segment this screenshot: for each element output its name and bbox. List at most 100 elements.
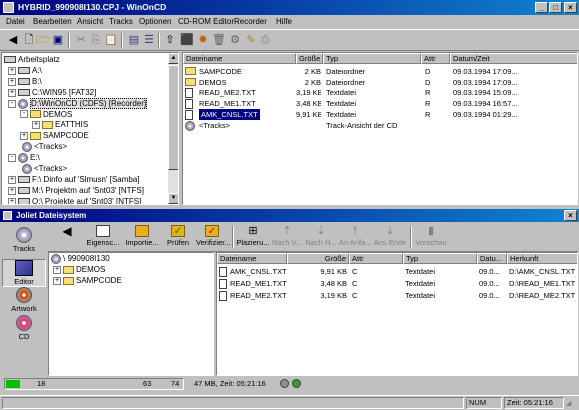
expand-icon[interactable]: + [8, 175, 16, 184]
save-icon[interactable]: ▣ [51, 33, 65, 47]
expand-icon[interactable]: + [8, 77, 16, 86]
cd-drive-icon [18, 153, 28, 164]
tree-item[interactable]: + C:\WIN95 [FAT32] [8, 88, 96, 98]
pcol-datum[interactable]: Datu... [477, 253, 507, 264]
tree-item-label: M:\ Projektm auf 'Snt03' [NTFS] [32, 185, 144, 195]
expand-icon[interactable]: + [20, 132, 28, 141]
file-type: Dateiordner [326, 77, 366, 87]
project-file-row[interactable]: AMK_CNSL.TXT 9,91 KB C Textdatei 09.0... D:\A… [217, 266, 577, 277]
file-row[interactable]: SAMPCODE 2 KB Dateiordner D 09.03.1994 17:09… [183, 66, 577, 77]
menu-hilfe[interactable]: Hilfe [276, 17, 292, 26]
menu-tracks[interactable]: Tracks [109, 17, 133, 26]
back-icon[interactable]: ◀ [6, 33, 20, 47]
menu-ansicht[interactable]: Ansicht [77, 17, 103, 26]
expand-icon[interactable]: + [8, 66, 16, 75]
scroll-down-icon[interactable]: ▼ [168, 193, 178, 204]
col-attr[interactable]: Attr [421, 53, 450, 64]
file-row[interactable]: AMK_CNSL.TXT 9,91 KB Textdatei R 09.03.1994 … [183, 107, 577, 121]
side-cd[interactable]: CD [2, 315, 46, 341]
menu-datei[interactable]: Datei [6, 17, 25, 26]
expand-icon[interactable]: + [8, 88, 16, 97]
menu-cdrom-editor[interactable]: CD-ROM Editor [178, 17, 234, 26]
tb-vorschau[interactable]: ▮ Vorschau [414, 223, 448, 251]
tree-item[interactable]: - E:\ [8, 153, 40, 164]
tree-item[interactable]: <Tracks> [22, 164, 67, 174]
tree-item[interactable]: Arbeitsplatz [4, 55, 60, 65]
copy-icon[interactable]: ⎘ [89, 33, 103, 47]
project-close-button[interactable]: × [564, 210, 577, 221]
side-tracks[interactable]: Tracks [2, 227, 46, 253]
tree-item[interactable]: + M:\ Projektm auf 'Snt03' [NTFS] [8, 186, 144, 196]
artwork-icon [16, 287, 32, 303]
properties-icon[interactable]: ⚙ [228, 33, 242, 47]
pcol-dateiname[interactable]: Dateiname [217, 253, 287, 264]
menu-recorder[interactable]: Recorder [234, 17, 267, 26]
maximize-button[interactable]: □ [549, 2, 562, 13]
tree-item[interactable]: + Q:\ Projekte auf 'Snt03' [NTFS] [8, 197, 141, 204]
tb-ans-ende[interactable]: ⤓ Ans Ende [373, 223, 407, 251]
menu-optionen[interactable]: Optionen [139, 17, 171, 26]
burn-icon[interactable]: ✸ [196, 33, 210, 47]
tb-nach-hinten[interactable]: ⇣ Nach H... [305, 223, 337, 251]
collapse-icon[interactable]: - [8, 154, 16, 163]
file-row[interactable]: <Tracks> Track-Ansicht der CD [183, 120, 577, 131]
expand-icon[interactable]: + [32, 121, 40, 130]
tree-item[interactable]: + SAMPCODE [20, 131, 89, 141]
side-artwork[interactable]: Artwork [2, 287, 46, 313]
view-large-icon[interactable]: ▤ [127, 33, 141, 47]
wizard-icon[interactable]: ✎ [244, 33, 258, 47]
scroll-up-icon[interactable]: ▲ [168, 53, 178, 64]
pcol-attr[interactable]: Attr [349, 253, 403, 264]
project-file-row[interactable]: READ_ME2.TXT 3,19 KB C Textdatei 09.0... D:\R… [217, 290, 577, 301]
tree-item[interactable]: + F:\ Dinfo auf 'Slmusn' [Samba] [8, 175, 140, 185]
col-groesse[interactable]: Größe [296, 53, 323, 64]
pcol-groesse[interactable]: Größe [287, 253, 349, 264]
collapse-icon[interactable]: - [8, 99, 16, 108]
tb-pruefen[interactable]: ✓ Prüfen [164, 223, 192, 251]
tree-item[interactable]: + EATTHIS [32, 120, 88, 130]
new-file-icon[interactable]: 🗋 [22, 33, 36, 47]
print-icon[interactable]: ⎙ [258, 33, 272, 47]
tb-eigenschaften[interactable]: Eigensc... [86, 223, 120, 251]
tree-item[interactable]: <Tracks> [22, 142, 67, 153]
file-row[interactable]: DEMOS 2 KB Dateiordner D 09.03.1994 17:09... [183, 77, 577, 88]
file-size: 2 KB [304, 67, 321, 76]
tree-item[interactable]: + B:\ [8, 77, 42, 87]
project-folder-demos[interactable]: + DEMOS [53, 265, 105, 275]
view-list-icon[interactable]: ☰ [142, 33, 156, 47]
col-typ[interactable]: Typ [323, 53, 421, 64]
minimize-button[interactable]: _ [535, 2, 548, 13]
project-root[interactable]: \ 990908I130 [51, 254, 110, 264]
project-folder-sampcode[interactable]: + SAMPCODE [53, 276, 122, 286]
paste-icon[interactable]: 📋 [104, 33, 118, 47]
collapse-icon[interactable]: - [20, 110, 28, 119]
pcol-herkunft[interactable]: Herkunft [507, 253, 577, 264]
file-row[interactable]: READ_ME2.TXT 3,19 KB Textdatei R 09.03.1994 … [183, 87, 577, 99]
close-button[interactable]: × [564, 2, 577, 13]
project-back-button[interactable]: ◀ [52, 223, 82, 251]
side-editor[interactable]: Editor [2, 259, 46, 287]
file-row[interactable]: READ_ME1.TXT 3,48 KB Textdatei R 09.03.1994 … [183, 98, 577, 110]
col-dateiname[interactable]: Dateiname [183, 53, 296, 64]
menu-bearbeiten[interactable]: Bearbeiten [33, 17, 72, 26]
tb-importieren[interactable]: Importie... [124, 223, 160, 251]
tree-scrollbar[interactable]: ▲ ▼ [168, 53, 178, 204]
capacity-fill [6, 380, 20, 388]
project-file-row[interactable]: READ_ME1.TXT 3,48 KB C Textdatei 09.0... D:\R… [217, 278, 577, 289]
tb-plazieren[interactable]: ⊞ Plazieru... [236, 223, 270, 251]
tree-item[interactable]: + A:\ [8, 66, 42, 76]
tb-an-anfang[interactable]: ⤒ An Anfa... [339, 223, 372, 251]
tree-item[interactable]: - DEMOS [20, 110, 72, 120]
delete-icon[interactable]: 🗑 [212, 33, 226, 47]
up-folder-icon[interactable]: ⇧ [163, 33, 177, 47]
tb-nach-vorne[interactable]: ⇡ Nach V... [272, 223, 302, 251]
expand-icon[interactable]: + [8, 186, 16, 195]
cut-icon[interactable]: ✂ [74, 33, 88, 47]
record-icon[interactable]: ⬛ [180, 33, 194, 47]
tb-verifizieren[interactable]: ✓ Verifizier... [196, 223, 231, 251]
col-datum[interactable]: Datum/Zeit [450, 53, 577, 64]
expand-icon[interactable]: + [8, 197, 16, 204]
open-folder-icon[interactable]: 🗁 [36, 33, 50, 47]
tree-item[interactable]: - D:\WinOnCD (CDFS) [Recorder] [8, 97, 148, 109]
pcol-typ[interactable]: Typ [403, 253, 477, 264]
